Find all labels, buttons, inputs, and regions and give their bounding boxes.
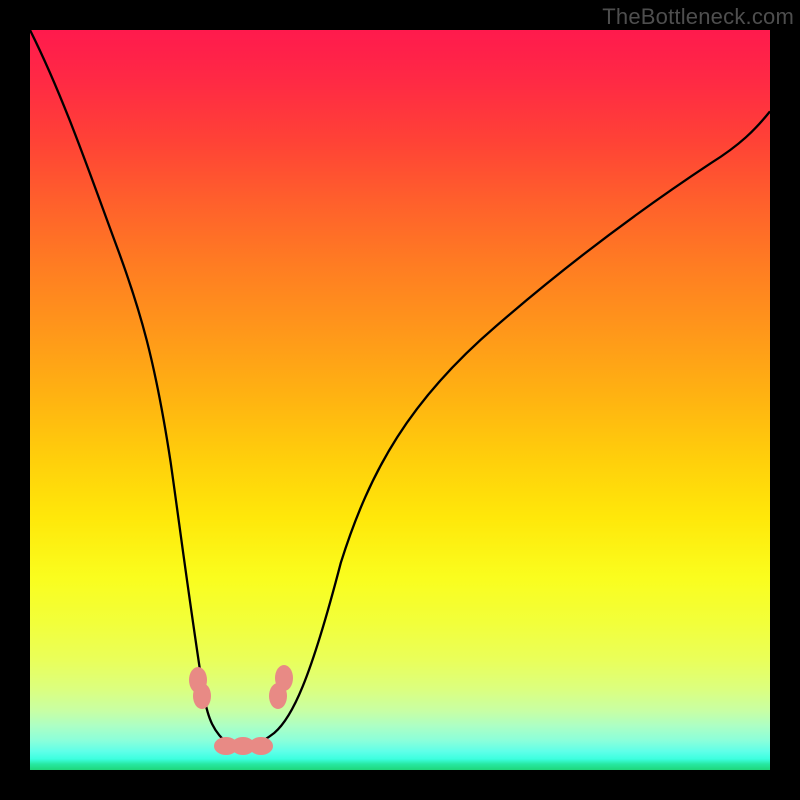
bead-bottom-3	[249, 737, 273, 755]
chart-frame: TheBottleneck.com	[0, 0, 800, 800]
bead-left-2	[189, 667, 207, 693]
bead-right-2	[275, 665, 293, 691]
bottleneck-curve	[30, 30, 770, 770]
plot-area	[30, 30, 770, 770]
curve-path	[30, 30, 770, 748]
watermark-text: TheBottleneck.com	[602, 4, 794, 30]
